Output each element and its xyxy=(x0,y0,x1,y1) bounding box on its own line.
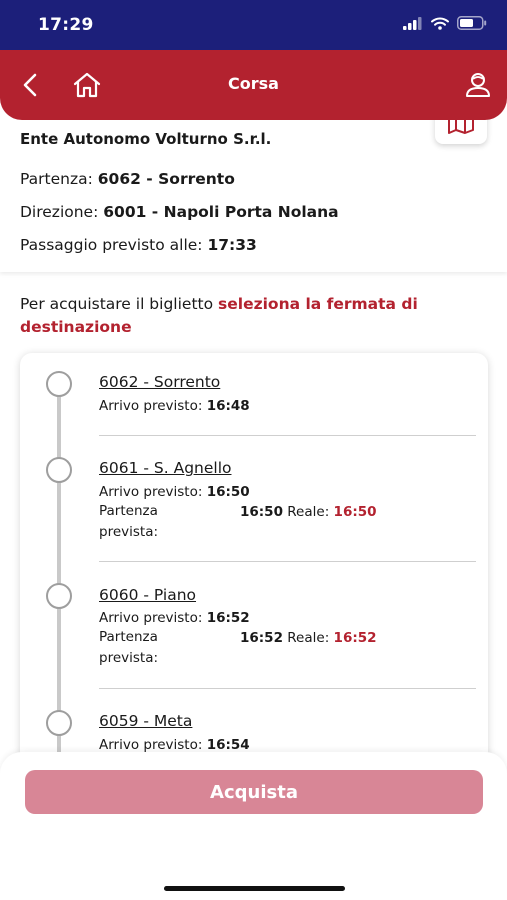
stop-name[interactable]: 6060 - Piano xyxy=(99,586,196,604)
stops-list[interactable]: 6062 - Sorrento Arrivo previsto: 16:48 6… xyxy=(20,353,488,773)
arrival-row: Arrivo previsto: 16:48 xyxy=(99,398,250,414)
departure-value: 6062 - Sorrento xyxy=(97,170,235,188)
app-header: Corsa xyxy=(0,50,507,120)
divider xyxy=(99,561,476,562)
departure-times: 16:52 Reale: 16:52 xyxy=(240,630,377,646)
arrival-time: 16:50 xyxy=(206,484,250,500)
passage-row: Passaggio previsto alle: 17:33 xyxy=(20,236,257,254)
real-time: 16:52 xyxy=(333,630,377,646)
departure-time: 16:52 xyxy=(240,630,283,646)
page-title: Corsa xyxy=(228,74,279,93)
profile-button[interactable] xyxy=(461,68,495,102)
status-bar: 17:29 xyxy=(0,0,507,50)
stop-dot xyxy=(46,457,72,483)
trip-info: Ente Autonomo Volturno S.r.l. Partenza: … xyxy=(0,102,507,272)
stop-name[interactable]: 6059 - Meta xyxy=(99,712,192,730)
direction-label: Direzione: xyxy=(20,203,99,221)
departure-times: 16:50 Reale: 16:50 xyxy=(240,504,377,520)
departure-time: 16:50 xyxy=(240,504,283,520)
status-time: 17:29 xyxy=(38,15,94,35)
arrival-row: Arrivo previsto: 16:50 xyxy=(99,484,250,500)
departure-label: Partenza prevista: xyxy=(99,629,159,666)
arrival-label: Arrivo previsto: xyxy=(99,737,203,753)
home-indicator[interactable] xyxy=(164,886,345,891)
passage-label: Passaggio previsto alle: xyxy=(20,236,203,254)
real-label: Reale: xyxy=(287,504,330,520)
arrival-time: 16:52 xyxy=(206,610,250,626)
status-icons xyxy=(403,16,487,30)
arrival-row: Arrivo previsto: 16:52 xyxy=(99,610,250,626)
departure-label: Partenza prevista: xyxy=(99,503,159,540)
bottom-panel: Acquista xyxy=(0,752,507,900)
battery-icon xyxy=(457,16,487,30)
arrival-label: Arrivo previsto: xyxy=(99,484,203,500)
buy-button[interactable]: Acquista xyxy=(25,770,483,814)
stop-dot xyxy=(46,710,72,736)
divider xyxy=(99,435,476,436)
arrival-label: Arrivo previsto: xyxy=(99,610,203,626)
arrival-time: 16:54 xyxy=(206,737,250,753)
real-label: Reale: xyxy=(287,630,330,646)
stop-name[interactable]: 6062 - Sorrento xyxy=(99,373,220,391)
instruction-plain: Per acquistare il biglietto xyxy=(20,295,219,313)
direction-value: 6001 - Napoli Porta Nolana xyxy=(103,203,339,221)
stop-dot xyxy=(46,583,72,609)
departure-row: Partenza: 6062 - Sorrento xyxy=(20,170,235,188)
stop-name[interactable]: 6061 - S. Agnello xyxy=(99,459,231,477)
direction-row: Direzione: 6001 - Napoli Porta Nolana xyxy=(20,203,339,221)
arrival-row: Arrivo previsto: 16:54 xyxy=(99,737,250,753)
real-time: 16:50 xyxy=(333,504,377,520)
instruction-text: Per acquistare il biglietto seleziona la… xyxy=(20,293,490,339)
divider xyxy=(99,688,476,689)
arrival-time: 16:48 xyxy=(206,398,250,414)
wifi-icon xyxy=(431,17,449,30)
passage-value: 17:33 xyxy=(207,236,257,254)
departure-label: Partenza: xyxy=(20,170,93,188)
stop-dot xyxy=(46,371,72,397)
operator-name: Ente Autonomo Volturno S.r.l. xyxy=(20,130,272,148)
user-icon xyxy=(466,73,490,97)
arrival-label: Arrivo previsto: xyxy=(99,398,203,414)
signal-icon xyxy=(403,16,422,30)
